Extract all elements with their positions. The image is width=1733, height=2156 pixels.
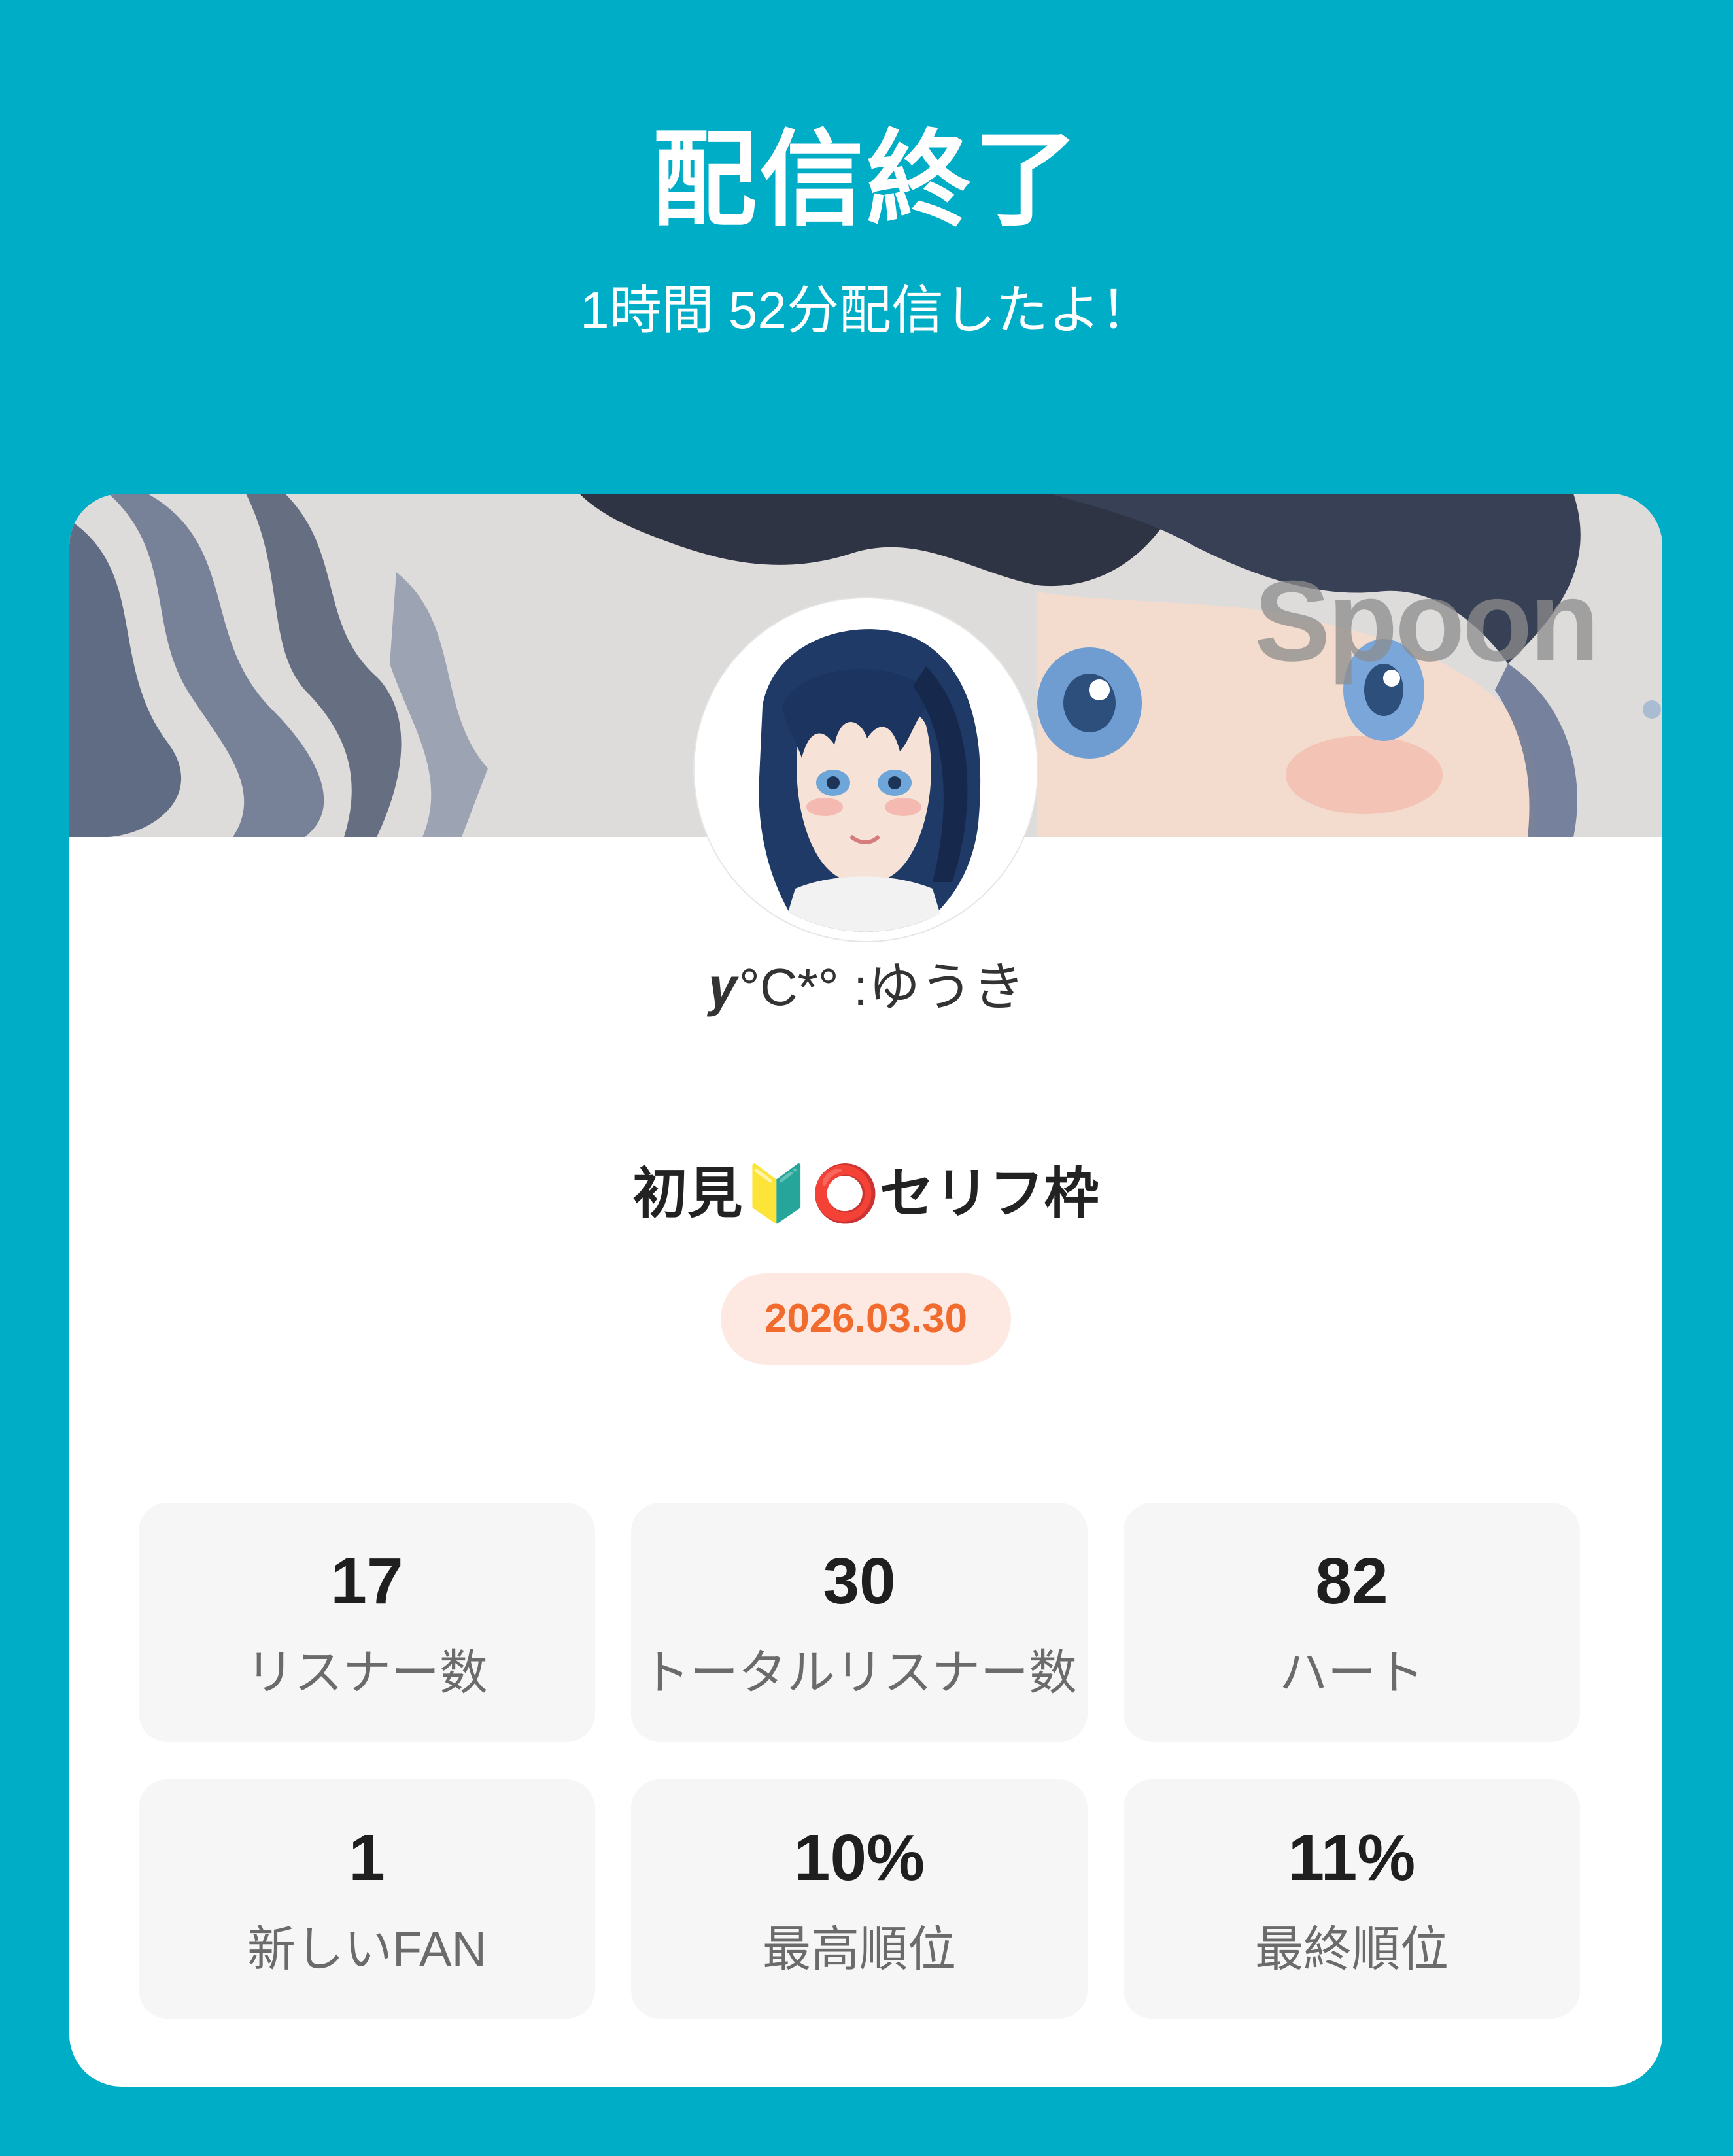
stat-label: トータルリスナー数 bbox=[642, 1645, 1077, 1700]
username: 𝒚°C*° :ゆうき bbox=[706, 958, 1025, 1016]
stat-value: 82 bbox=[1315, 1545, 1388, 1618]
stat-value: 1 bbox=[349, 1821, 385, 1894]
avatar[interactable] bbox=[695, 598, 1037, 941]
stat-value: 10% bbox=[793, 1821, 925, 1894]
stat-label: 最終順位 bbox=[1255, 1922, 1449, 1976]
live-title: 初見🔰⭕セリフ枠 bbox=[632, 1163, 1099, 1224]
stat-label: 新しいFAN bbox=[247, 1922, 487, 1976]
stat-hearts: 82 ハート bbox=[1124, 1503, 1580, 1742]
stat-value: 11% bbox=[1288, 1821, 1416, 1894]
stat-new-fans: 1 新しいFAN bbox=[139, 1779, 595, 2019]
stat-value: 17 bbox=[330, 1545, 403, 1618]
stat-highest-rank: 10% 最高順位 bbox=[631, 1779, 1088, 2019]
summary-card: Spoon 𝒚°C*° :ゆうき 初見🔰⭕セリフ枠 2026.03.30 17 … bbox=[69, 494, 1662, 2087]
stat-label: リスナー数 bbox=[246, 1645, 488, 1700]
page-title: 配信終了 bbox=[651, 121, 1081, 238]
stat-listeners: 17 リスナー数 bbox=[139, 1503, 595, 1742]
stat-final-rank: 11% 最終順位 bbox=[1124, 1779, 1580, 2019]
broadcast-duration: 1時間 52分配信したよ！ bbox=[580, 281, 1153, 339]
stat-label: 最高順位 bbox=[763, 1922, 956, 1976]
stat-value: 30 bbox=[823, 1545, 896, 1618]
date-badge: 2026.03.30 bbox=[721, 1273, 1011, 1365]
stat-total-listeners: 30 トータルリスナー数 bbox=[631, 1503, 1088, 1742]
stat-label: ハート bbox=[1279, 1645, 1424, 1700]
spoon-watermark: Spoon bbox=[1254, 558, 1600, 685]
